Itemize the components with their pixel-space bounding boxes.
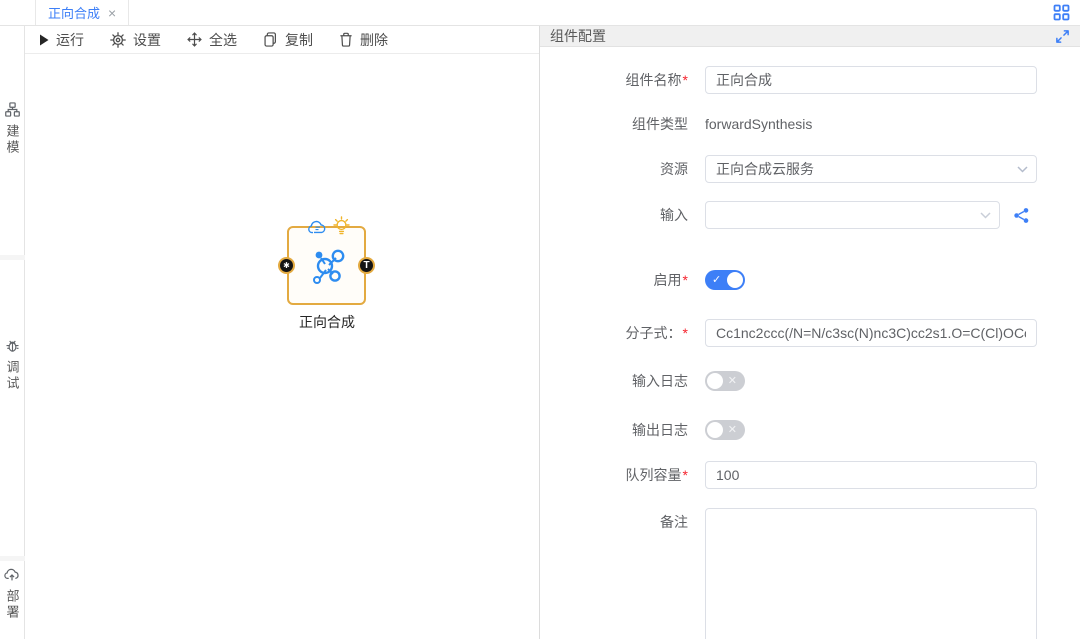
field-enabled: 启用* ✓	[540, 266, 1080, 294]
resource-select-value: 正向合成云服务	[716, 161, 814, 177]
run-button[interactable]: 运行	[39, 30, 84, 50]
cloud-icon	[307, 220, 329, 236]
field-label: 输入	[660, 207, 688, 223]
settings-label: 设置	[133, 30, 161, 50]
node-forward-synthesis[interactable]: ✱ T	[287, 226, 366, 305]
toggle-knob	[707, 373, 723, 389]
field-label: 启用	[654, 272, 682, 288]
field-label: 队列容量	[626, 467, 682, 483]
field-input: 输入	[540, 201, 1080, 229]
required-mark: *	[683, 272, 688, 288]
asterisk-port-glyph: ✱	[283, 261, 290, 270]
move-cross-icon	[187, 32, 202, 47]
resource-select[interactable]: 正向合成云服务	[705, 155, 1037, 183]
input-select[interactable]	[705, 201, 1000, 229]
node-label: 正向合成	[247, 312, 407, 332]
sidebar-item-label: 建模	[3, 124, 22, 156]
node-badges	[307, 216, 350, 236]
tab-title: 正向合成	[48, 3, 100, 22]
field-input-log: 输入日志 ✕	[540, 367, 1080, 395]
canvas-toolbar: 运行 设置 全选	[25, 26, 539, 54]
field-label: 资源	[660, 161, 688, 177]
required-mark: *	[683, 325, 688, 341]
output-log-toggle[interactable]: ✕	[705, 420, 745, 440]
sidebar-item-deploy[interactable]: 部署	[3, 567, 22, 621]
delete-button[interactable]: 删除	[339, 30, 388, 50]
component-config-panel: 组件配置 组件名称* 组件类型 forwardSynthesis 资源	[540, 26, 1080, 639]
sidebar-group-deploy: 部署	[0, 561, 25, 639]
copy-label: 复制	[285, 30, 313, 50]
copy-button[interactable]: 复制	[263, 30, 313, 50]
apps-grid-icon[interactable]	[1053, 0, 1070, 25]
formula-input[interactable]	[705, 319, 1037, 347]
sidebar-group-debug: 调试	[0, 260, 25, 556]
field-label: 备注	[660, 514, 688, 530]
gear-icon	[110, 32, 126, 48]
trash-icon	[339, 32, 353, 47]
field-queue-capacity: 队列容量*	[540, 461, 1080, 489]
remark-textarea[interactable]	[705, 508, 1037, 639]
canvas-column: 运行 设置 全选	[25, 26, 540, 639]
share-icon[interactable]	[1013, 207, 1030, 224]
field-remark: 备注	[540, 508, 1080, 639]
tab-close-icon[interactable]: ×	[108, 6, 116, 20]
cloud-upload-icon	[4, 567, 20, 582]
t-port-glyph: T	[363, 260, 369, 271]
panel-header: 组件配置	[540, 26, 1080, 47]
input-log-toggle[interactable]: ✕	[705, 371, 745, 391]
chevron-down-icon	[1017, 166, 1028, 173]
play-icon	[39, 34, 49, 46]
field-label: 输出日志	[632, 422, 688, 438]
sidebar-item-label: 调试	[3, 360, 22, 392]
field-label: 组件名称	[626, 72, 682, 88]
toggle-knob	[727, 272, 743, 288]
required-mark: *	[683, 72, 688, 88]
left-sidebar: 建模 调试	[0, 26, 25, 639]
tab-bar: 正向合成 ×	[0, 0, 1080, 26]
required-mark: *	[683, 467, 688, 483]
check-icon: ✓	[712, 270, 721, 290]
select-all-label: 全选	[209, 30, 237, 50]
run-label: 运行	[56, 30, 84, 50]
workflow-canvas[interactable]: ✱ T 正向合成	[25, 54, 539, 639]
settings-button[interactable]: 设置	[110, 30, 161, 50]
sitemap-icon	[5, 102, 20, 117]
component-name-input[interactable]	[705, 66, 1037, 94]
node-output-port[interactable]: T	[358, 257, 375, 274]
copy-icon	[263, 32, 278, 47]
field-component-name: 组件名称*	[540, 66, 1080, 94]
queue-capacity-input[interactable]	[705, 461, 1037, 489]
select-all-button[interactable]: 全选	[187, 30, 237, 50]
field-label: 输入日志	[632, 373, 688, 389]
field-output-log: 输出日志 ✕	[540, 416, 1080, 444]
tab-forward-synthesis[interactable]: 正向合成 ×	[35, 0, 129, 25]
field-label: 组件类型	[632, 116, 688, 132]
field-resource: 资源 正向合成云服务	[540, 155, 1080, 183]
x-icon: ✕	[728, 420, 737, 440]
config-form: 组件名称* 组件类型 forwardSynthesis 资源 正向合成云服务	[540, 47, 1080, 639]
enabled-toggle[interactable]: ✓	[705, 270, 745, 290]
x-icon: ✕	[728, 371, 737, 391]
bug-icon	[5, 338, 20, 353]
sidebar-item-label: 部署	[3, 589, 22, 621]
sidebar-group-modeling: 建模	[0, 26, 25, 255]
molecule-icon	[305, 244, 349, 288]
field-component-type: 组件类型 forwardSynthesis	[540, 110, 1080, 138]
expand-icon[interactable]	[1055, 29, 1070, 44]
field-label: 分子式：	[626, 325, 682, 341]
delete-label: 删除	[360, 30, 388, 50]
bulb-icon	[333, 216, 350, 236]
component-type-value: forwardSynthesis	[705, 110, 812, 138]
chevron-down-icon	[980, 212, 991, 219]
field-formula: 分子式：*	[540, 319, 1080, 347]
panel-title: 组件配置	[550, 26, 606, 46]
toggle-knob	[707, 422, 723, 438]
node-input-port[interactable]: ✱	[278, 257, 295, 274]
